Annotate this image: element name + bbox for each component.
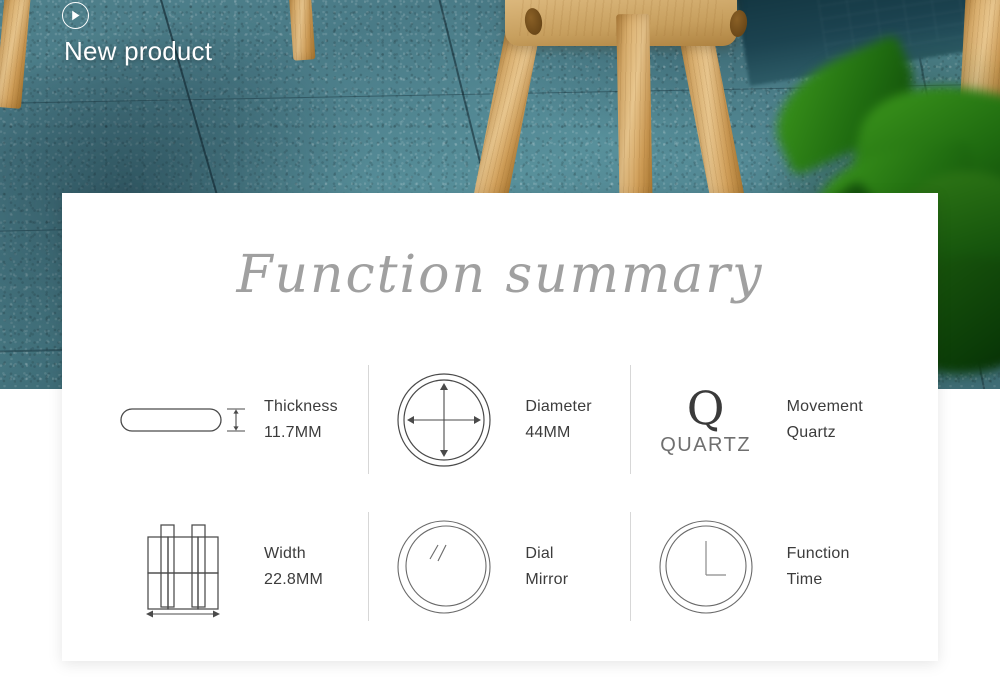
spec-text-thickness: Thickness 11.7MM <box>264 394 338 446</box>
spec-value: 44MM <box>525 423 571 441</box>
spec-value: Quartz <box>786 423 836 441</box>
spec-value: 22.8MM <box>264 570 323 588</box>
spec-item-dial-mirror: Dial Mirror <box>369 512 631 621</box>
mirror-diagram <box>397 519 491 614</box>
clock-diagram <box>659 519 753 614</box>
spec-text-width: Width 22.8MM <box>264 541 323 593</box>
page-title: Function summary <box>236 245 764 305</box>
width-diagram <box>146 523 220 617</box>
play-circle-icon[interactable] <box>62 2 89 29</box>
quartz-letter: Q <box>686 380 725 435</box>
hero-title-line-2: product <box>124 36 213 66</box>
spec-text-dial-mirror: Dial Mirror <box>525 541 568 593</box>
spec-value: Time <box>786 570 823 588</box>
spec-label: Diameter <box>525 397 592 415</box>
spec-text-function-time: Function Time <box>787 541 850 593</box>
diameter-diagram <box>397 372 491 467</box>
spec-label: Thickness <box>264 397 338 415</box>
watch-lugs-width-icon <box>118 517 248 617</box>
clock-face-icon <box>641 517 771 617</box>
hero-title-line-1: New <box>64 36 117 66</box>
spec-label: Dial <box>525 544 554 562</box>
play-arrow-glyph <box>72 10 80 21</box>
quartz-wordmark: QUARTZ <box>660 433 752 456</box>
spec-label: Function <box>786 544 850 562</box>
spec-item-function-time: Function Time <box>631 512 892 621</box>
hero-title: New product <box>64 35 304 68</box>
stool-leg <box>616 13 653 215</box>
spec-label: Movement <box>786 397 863 415</box>
circle-four-way-arrow-icon <box>379 370 509 470</box>
thickness-diagram <box>120 407 245 432</box>
mirror-glint-circle-icon <box>379 517 509 617</box>
spec-text-diameter: Diameter 44MM <box>525 394 592 446</box>
spec-grid: Thickness 11.7MM Diameter 44MM Q QUARTZ … <box>108 365 892 621</box>
spec-item-diameter: Diameter 44MM <box>369 365 631 474</box>
quartz-badge: Q QUARTZ <box>660 385 751 455</box>
quartz-q-icon: Q QUARTZ <box>641 370 771 470</box>
spec-label: Width <box>264 544 306 562</box>
spec-value: Mirror <box>525 570 569 588</box>
spec-value: 11.7MM <box>264 423 322 441</box>
spec-text-movement: Movement Quartz <box>787 394 863 446</box>
spec-item-thickness: Thickness 11.7MM <box>108 365 370 474</box>
function-summary-card: Function summary Thickness 11.7MM Diamet… <box>62 193 938 661</box>
spec-item-movement: Q QUARTZ Movement Quartz <box>631 365 892 474</box>
spec-item-width: Width 22.8MM <box>108 512 370 621</box>
watch-case-side-profile-icon <box>118 370 248 470</box>
